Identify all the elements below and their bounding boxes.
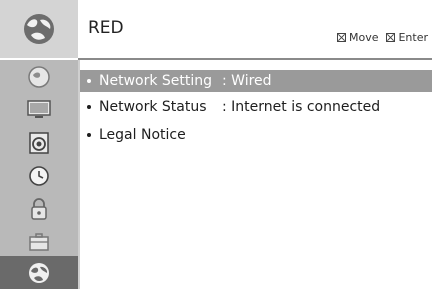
picture-icon xyxy=(28,65,50,88)
bullet xyxy=(87,105,91,109)
enter-hint: Enter xyxy=(386,31,428,44)
menu-item-network-setting[interactable]: Network Setting : Wired xyxy=(80,70,432,92)
sidebar-item-screen[interactable] xyxy=(0,93,78,126)
sound-icon xyxy=(29,131,49,154)
sidebar-item-picture[interactable] xyxy=(0,60,78,93)
move-hint-label: Move xyxy=(348,31,379,44)
sidebar-item-toolbox[interactable] xyxy=(0,225,78,258)
screen-icon xyxy=(27,99,51,118)
menu-item-label: Network Setting xyxy=(99,73,213,89)
menu-item-legal-notice[interactable]: Legal Notice xyxy=(80,124,432,146)
globe-icon xyxy=(24,14,54,44)
clock-icon xyxy=(29,165,49,186)
menu-item-value: : Internet is connected xyxy=(222,99,381,115)
network-menu: Network Setting : Wired Network Status :… xyxy=(80,60,432,289)
toolbox-icon xyxy=(29,232,49,251)
menu-item-label: Network Status xyxy=(99,99,207,115)
menu-item-value: : Wired xyxy=(222,73,272,89)
move-key-icon xyxy=(336,33,346,42)
sidebar-item-network[interactable] xyxy=(0,256,78,289)
sidebar-item-clock[interactable] xyxy=(0,159,78,192)
sidebar-item-sound[interactable] xyxy=(0,126,78,159)
bullet xyxy=(87,79,91,83)
tv-settings-screen: RED Move Enter Network Setting: Wired N… xyxy=(0,0,432,289)
enter-hint-label: Enter xyxy=(398,31,428,44)
move-hint: Move xyxy=(336,31,379,44)
bullet xyxy=(87,133,91,137)
sidebar-item-lock[interactable] xyxy=(0,192,78,225)
lock-icon xyxy=(31,197,47,220)
menu-item-network-status[interactable]: Network Status : Internet is connected xyxy=(80,96,432,118)
header-icon-panel xyxy=(0,0,78,58)
page-title: RED xyxy=(88,18,124,38)
menu-item-label: Legal Notice xyxy=(99,127,186,143)
enter-key-icon xyxy=(386,33,396,42)
header: RED Move Enter xyxy=(0,0,432,58)
key-hints: Move Enter xyxy=(336,31,428,44)
network-globe-icon xyxy=(29,262,49,283)
sidebar xyxy=(0,60,78,289)
